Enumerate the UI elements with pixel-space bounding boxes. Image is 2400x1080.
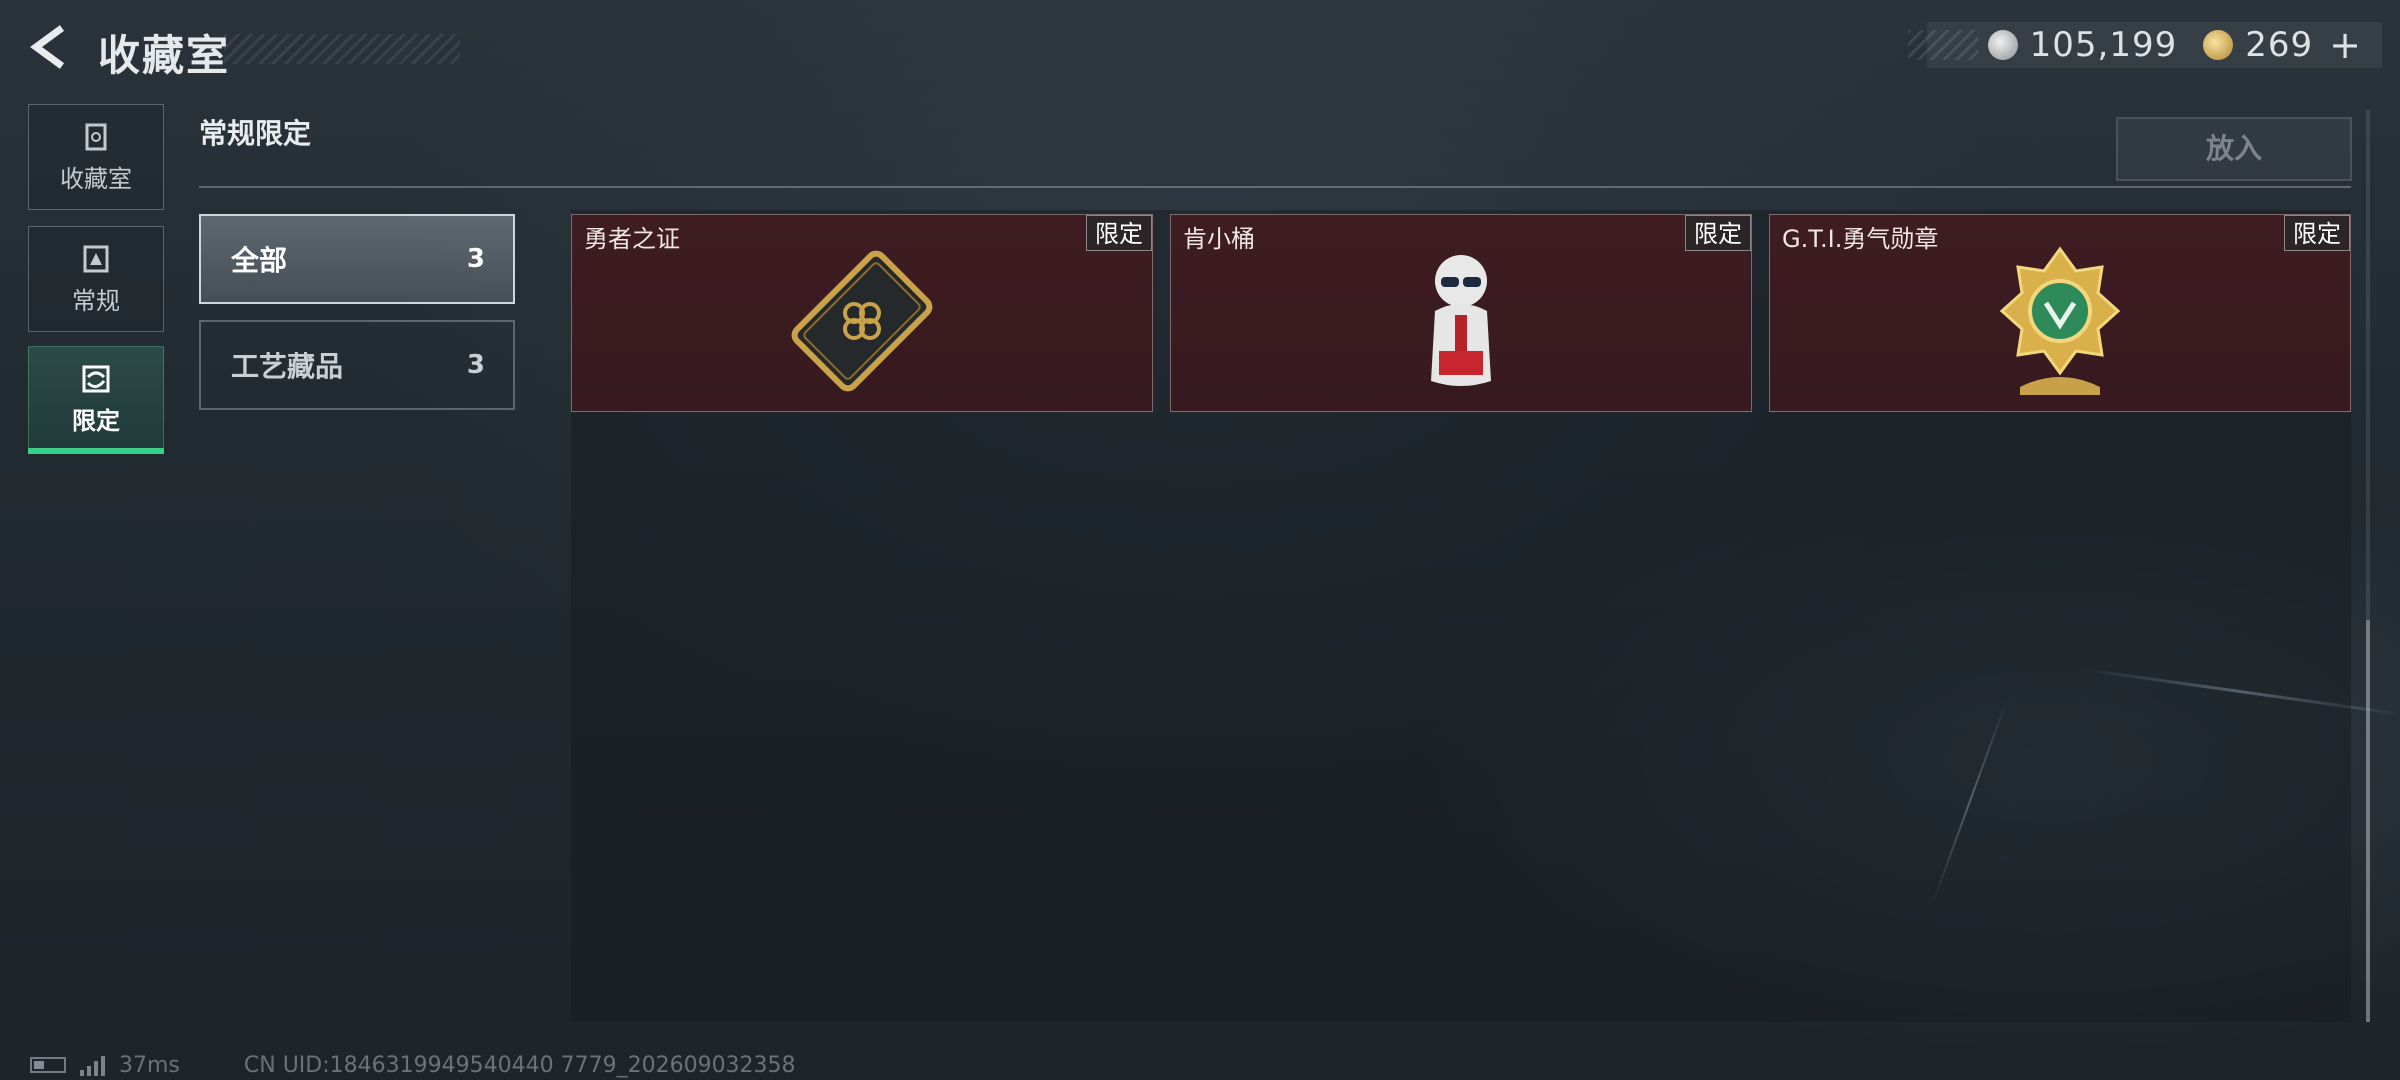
battery-icon	[30, 1057, 66, 1073]
category-label: 工艺藏品	[231, 350, 344, 383]
colonel-figure-icon	[1431, 255, 1491, 386]
limited-icon	[82, 365, 110, 393]
category-all[interactable]: 全部 3	[199, 214, 515, 304]
category-count: 3	[466, 350, 485, 380]
nav-item-limited[interactable]: 限定	[28, 346, 164, 452]
nav-label: 收藏室	[60, 165, 132, 193]
regular-icon	[83, 245, 109, 273]
page-title: 收藏室	[98, 31, 231, 80]
nav-label: 限定	[72, 407, 120, 435]
add-currency-button[interactable]: +	[2329, 23, 2362, 67]
card-name: G.T.I.勇气勋章	[1782, 225, 1939, 253]
category-label: 全部	[231, 244, 288, 277]
silver-coin-icon	[1987, 30, 2018, 60]
card-name: 勇者之证	[584, 225, 680, 253]
currency-bar: 105,199 269 +	[1907, 22, 2382, 68]
limited-tag: 限定	[1685, 215, 1751, 251]
category-count: 3	[466, 244, 485, 274]
nav-label: 常规	[72, 287, 120, 315]
active-tab-indicator	[28, 448, 164, 454]
title-stripe-decoration	[224, 34, 460, 64]
collection-icon	[85, 123, 107, 151]
status-footer: 37ms CN UID:1846319949540440 7779_202609…	[30, 1050, 796, 1080]
nav-item-regular[interactable]: 常规	[28, 226, 164, 332]
collection-card[interactable]: 勇者之证 限定	[571, 214, 1153, 412]
card-badge-icon	[791, 250, 933, 392]
put-in-button[interactable]: 放入	[2116, 117, 2352, 181]
signal-icon	[80, 1054, 105, 1076]
limited-tag: 限定	[2284, 215, 2350, 251]
back-arrow-icon[interactable]	[28, 24, 74, 70]
silver-balance: 105,199	[2029, 25, 2178, 65]
uid-text: CN UID:1846319949540440 7779_20260903235…	[243, 1052, 796, 1078]
card-name: 肯小桶	[1183, 225, 1255, 253]
gold-balance: 269	[2245, 25, 2314, 65]
collection-card[interactable]: 肯小桶 限定	[1170, 214, 1752, 412]
section-divider	[199, 186, 2351, 188]
scrollbar-thumb[interactable]	[2366, 620, 2370, 1022]
limited-tag: 限定	[1086, 215, 1152, 251]
category-craft-collectibles[interactable]: 工艺藏品 3	[199, 320, 515, 410]
gold-medal-icon	[1999, 246, 2121, 395]
section-title: 常规限定	[199, 117, 312, 150]
collection-card[interactable]: G.T.I.勇气勋章 限定	[1769, 214, 2351, 412]
nav-item-collection[interactable]: 收藏室	[28, 104, 164, 210]
ping-text: 37ms	[119, 1052, 180, 1078]
gold-coin-icon	[2203, 30, 2234, 60]
